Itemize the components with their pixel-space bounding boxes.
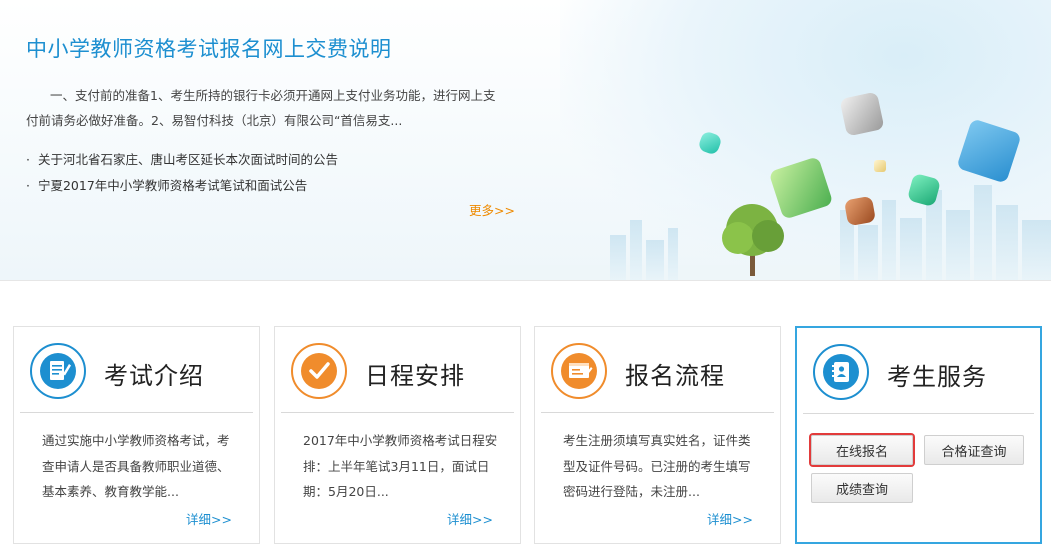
detail-link[interactable]: 详细>> bbox=[707, 509, 753, 528]
news-item[interactable]: · 宁夏2017年中小学教师资格考试笔试和面试公告 bbox=[26, 173, 338, 199]
online-register-button[interactable]: 在线报名 bbox=[811, 435, 913, 465]
card-title: 日程安排 bbox=[365, 362, 465, 390]
certificate-query-button[interactable]: 合格证查询 bbox=[924, 435, 1024, 465]
card-divider bbox=[803, 413, 1034, 414]
card-divider bbox=[541, 412, 774, 413]
floating-small-cube-icon bbox=[874, 160, 886, 172]
schedule-card: 日程安排 2017年中小学教师资格考试日程安排：上半年笔试3月11日，面试日期：… bbox=[274, 326, 521, 544]
news-item-text[interactable]: 关于河北省石家庄、唐山考区延长本次面试时间的公告 bbox=[38, 152, 338, 167]
card-divider bbox=[281, 412, 514, 413]
floating-piano-cube-icon bbox=[839, 91, 885, 137]
contact-book-icon bbox=[813, 344, 869, 400]
card-title: 考生服务 bbox=[887, 363, 987, 391]
detail-link[interactable]: 详细>> bbox=[186, 509, 232, 528]
card-summary: 通过实施中小学教师资格考试，考查申请人是否具备教师职业道德、基本素养、教育教学能… bbox=[42, 433, 230, 499]
card-title: 报名流程 bbox=[625, 362, 725, 390]
announcement-banner: 中小学教师资格考试报名网上交费说明 一、支付前的准备1、考生所持的银行卡必须开通… bbox=[0, 0, 1051, 281]
score-query-button[interactable]: 成绩查询 bbox=[811, 473, 913, 503]
news-bullet: · bbox=[26, 178, 30, 193]
candidate-services-card: 考生服务 在线报名 合格证查询 成绩查询 bbox=[795, 326, 1042, 544]
registration-process-card: 报名流程 考生注册须填写真实姓名，证件类型及证件号码。已注册的考生填写密码进行登… bbox=[534, 326, 781, 544]
banner-title[interactable]: 中小学教师资格考试报名网上交费说明 bbox=[26, 33, 392, 63]
card-summary: 2017年中小学教师资格考试日程安排：上半年笔试3月11日，面试日期：5月20日… bbox=[303, 433, 498, 499]
city-skyline-illustration bbox=[480, 185, 1051, 280]
checkmark-icon bbox=[291, 343, 347, 399]
news-item[interactable]: · 关于河北省石家庄、唐山考区延长本次面试时间的公告 bbox=[26, 147, 338, 173]
exam-document-icon bbox=[30, 343, 86, 399]
news-bullet: · bbox=[26, 152, 30, 167]
news-list: · 关于河北省石家庄、唐山考区延长本次面试时间的公告 · 宁夏2017年中小学教师资… bbox=[26, 147, 338, 199]
exam-intro-card: 考试介绍 通过实施中小学教师资格考试，考查申请人是否具备教师职业道德、基本素养、… bbox=[13, 326, 260, 544]
form-icon bbox=[551, 343, 607, 399]
card-title: 考试介绍 bbox=[104, 362, 204, 390]
card-summary: 考生注册须填写真实姓名，证件类型及证件号码。已注册的考生填写密码进行登陆，未注册… bbox=[563, 433, 751, 499]
banner-description: 一、支付前的准备1、考生所持的银行卡必须开通网上支付业务功能，进行网上支付前请务… bbox=[26, 88, 496, 128]
detail-link[interactable]: 详细>> bbox=[447, 509, 493, 528]
card-divider bbox=[20, 412, 253, 413]
news-item-text[interactable]: 宁夏2017年中小学教师资格考试笔试和面试公告 bbox=[38, 178, 307, 193]
